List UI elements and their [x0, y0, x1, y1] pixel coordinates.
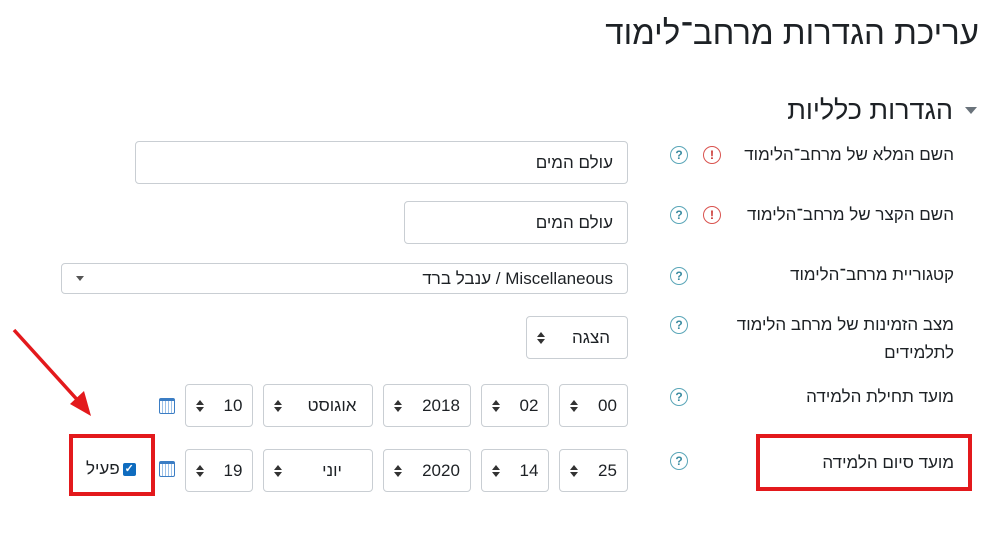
- visibility-label-line2: לתלמידים: [884, 343, 954, 362]
- shortname-value: עולם המים: [535, 212, 613, 232]
- annotation-box-enabled-checkbox: [69, 434, 155, 496]
- startdate-month-value: אוגוסט: [307, 395, 357, 415]
- updown-arrows-icon: [537, 331, 545, 344]
- fullname-value: עולם המים: [535, 152, 613, 172]
- startdate-hour-select[interactable]: 10: [185, 384, 253, 427]
- fullname-input[interactable]: עולם המים: [135, 141, 628, 184]
- help-icon[interactable]: ?: [670, 316, 688, 334]
- startdate-label: מועד תחילת הלמידה: [806, 387, 954, 406]
- updown-arrows-icon: [196, 464, 204, 477]
- startdate-day-value: 00: [598, 395, 617, 415]
- startdate-day-select[interactable]: 00: [559, 384, 628, 427]
- help-icon[interactable]: ?: [670, 388, 688, 406]
- updown-arrows-icon: [274, 399, 282, 412]
- enddate-month-value: יוני: [322, 460, 342, 480]
- help-icon[interactable]: ?: [670, 146, 688, 164]
- section-header-general[interactable]: הגדרות כלליות: [787, 92, 977, 128]
- updown-arrows-icon: [492, 464, 500, 477]
- enddate-monthnum-select[interactable]: 14: [481, 449, 549, 492]
- enddate-day-select[interactable]: 25: [559, 449, 628, 492]
- help-icon[interactable]: ?: [670, 267, 688, 285]
- visibility-label-line1: מצב הזמינות של מרחב הלימוד: [736, 315, 954, 334]
- enddate-hour-value: 19: [223, 460, 243, 480]
- section-title: הגדרות כלליות: [787, 94, 953, 125]
- updown-arrows-icon: [570, 399, 578, 412]
- calendar-icon[interactable]: [159, 398, 175, 414]
- startdate-year-select[interactable]: 2018: [383, 384, 471, 427]
- updown-arrows-icon: [394, 464, 402, 477]
- category-select[interactable]: Miscellaneous / ענבל ברד: [61, 263, 628, 294]
- updown-arrows-icon: [196, 399, 204, 412]
- startdate-year-value: 2018: [422, 395, 460, 415]
- shortname-label: השם הקצר של מרחב־הלימוד: [747, 205, 954, 224]
- enddate-day-value: 25: [598, 460, 617, 480]
- page-title: עריכת הגדרות מרחב־לימוד: [605, 14, 979, 51]
- caret-down-icon: [965, 106, 977, 114]
- enddate-year-select[interactable]: 2020: [383, 449, 471, 492]
- dropdown-caret-icon: [76, 276, 84, 281]
- visibility-value: הצגה: [571, 327, 610, 347]
- startdate-hour-value: 10: [223, 395, 243, 415]
- updown-arrows-icon: [274, 464, 282, 477]
- startdate-monthnum-select[interactable]: 02: [481, 384, 549, 427]
- help-icon[interactable]: ?: [670, 452, 688, 470]
- visibility-label: מצב הזמינות של מרחב הלימוד לתלמידים: [714, 311, 954, 367]
- startdate-monthnum-value: 02: [519, 395, 539, 415]
- annotation-box-enddate-label: [756, 434, 972, 491]
- enddate-year-value: 2020: [422, 460, 460, 480]
- updown-arrows-icon: [394, 399, 402, 412]
- fullname-label: השם המלא של מרחב־הלימוד: [744, 145, 954, 164]
- startdate-month-select[interactable]: אוגוסט: [263, 384, 373, 427]
- category-value: Miscellaneous / ענבל ברד: [422, 268, 613, 288]
- category-label: קטגוריית מרחב־הלימוד: [790, 265, 954, 284]
- help-icon[interactable]: ?: [670, 206, 688, 224]
- enddate-hour-select[interactable]: 19: [185, 449, 253, 492]
- calendar-icon[interactable]: [159, 461, 175, 477]
- visibility-select[interactable]: הצגה: [526, 316, 628, 359]
- enddate-month-select[interactable]: יוני: [263, 449, 373, 492]
- updown-arrows-icon: [570, 464, 578, 477]
- shortname-input[interactable]: עולם המים: [404, 201, 628, 244]
- required-icon: !: [703, 146, 721, 164]
- enddate-monthnum-value: 14: [519, 460, 539, 480]
- required-icon: !: [703, 206, 721, 224]
- updown-arrows-icon: [492, 399, 500, 412]
